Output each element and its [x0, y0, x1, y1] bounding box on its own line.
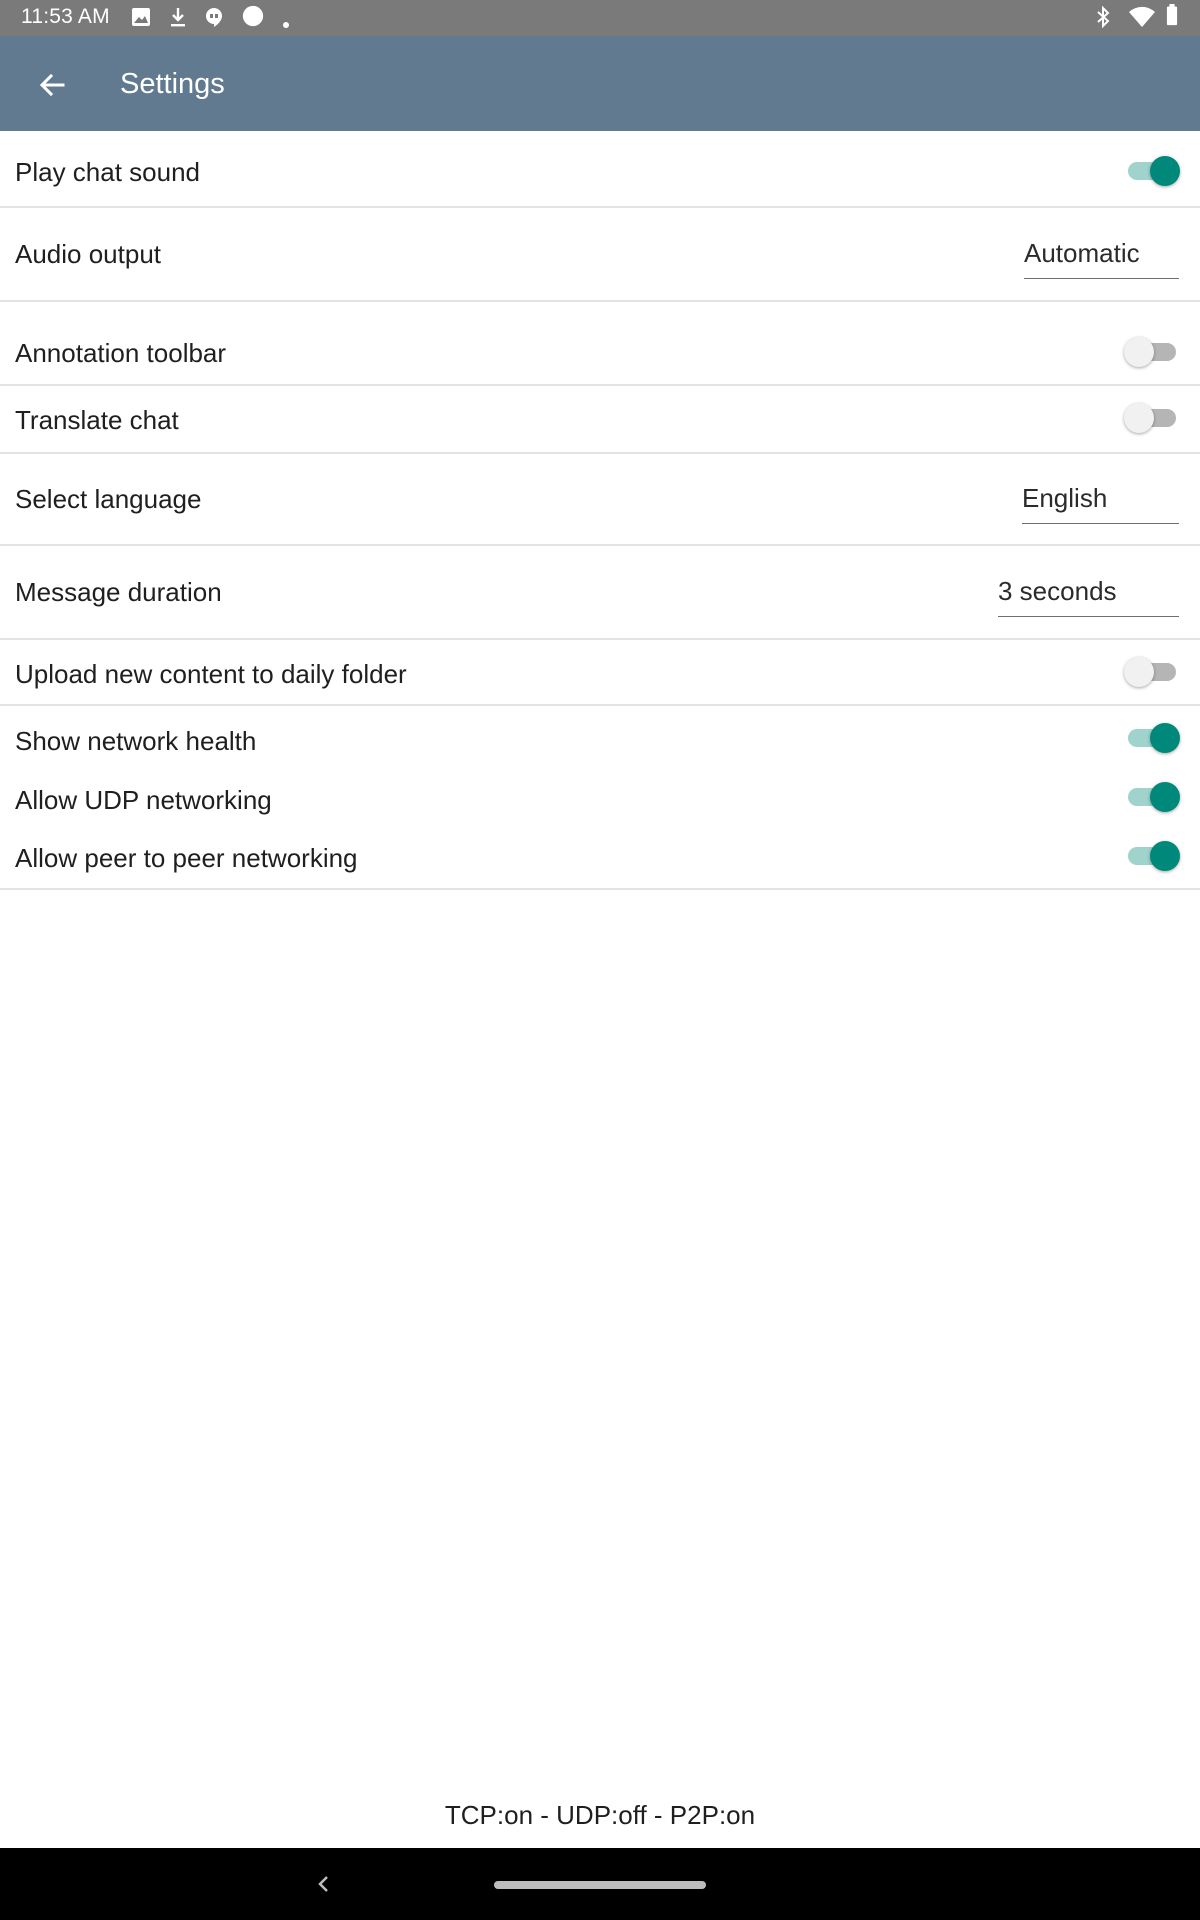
- setting-label: Allow peer to peer networking: [15, 843, 358, 873]
- setting-label: Audio output: [15, 239, 162, 269]
- circle-icon: [242, 5, 264, 27]
- switch-thumb: [1124, 403, 1154, 433]
- status-time: 11:53 AM: [21, 5, 110, 28]
- image-icon: [132, 8, 150, 26]
- setting-label: Message duration: [15, 577, 222, 607]
- play-chat-sound-switch[interactable]: [1124, 154, 1180, 188]
- switch-thumb: [1150, 156, 1180, 186]
- setting-row-annotation-toolbar[interactable]: Annotation toolbar: [0, 302, 1200, 384]
- setting-label: Annotation toolbar: [15, 338, 227, 368]
- hangouts-icon: [206, 8, 222, 27]
- nav-back-icon[interactable]: [310, 1870, 338, 1898]
- setting-row-show-network-health[interactable]: Show network health: [0, 706, 1200, 766]
- message-duration-select[interactable]: 3 seconds: [998, 576, 1179, 617]
- battery-icon: [1166, 4, 1178, 26]
- upload-daily-folder-switch[interactable]: [1124, 655, 1180, 689]
- setting-row-select-language: Select language English: [0, 454, 1200, 544]
- audio-output-select[interactable]: Automatic: [1024, 238, 1179, 279]
- navigation-bar: [0, 1848, 1200, 1920]
- download-icon: [171, 8, 185, 27]
- setting-label: Translate chat: [15, 405, 179, 435]
- allow-udp-switch[interactable]: [1124, 780, 1180, 814]
- setting-row-audio-output: Audio output Automatic: [0, 208, 1200, 300]
- home-pill[interactable]: [494, 1881, 706, 1889]
- back-button[interactable]: [30, 63, 74, 107]
- allow-p2p-switch[interactable]: [1124, 839, 1180, 873]
- setting-label: Show network health: [15, 726, 257, 756]
- translate-chat-switch[interactable]: [1124, 401, 1180, 435]
- page-title: Settings: [120, 68, 225, 100]
- setting-label: Allow UDP networking: [15, 785, 272, 815]
- setting-row-translate-chat[interactable]: Translate chat: [0, 386, 1200, 452]
- setting-row-allow-p2p[interactable]: Allow peer to peer networking: [0, 825, 1200, 888]
- switch-thumb: [1150, 841, 1180, 871]
- network-status-text: TCP:on - UDP:off - P2P:on: [444, 1800, 756, 1830]
- setting-row-play-chat-sound[interactable]: Play chat sound: [0, 131, 1200, 206]
- setting-label: Play chat sound: [15, 157, 201, 187]
- bluetooth-icon: [1097, 6, 1110, 28]
- switch-thumb: [1150, 723, 1180, 753]
- setting-label: Select language: [15, 484, 202, 514]
- setting-label: Upload new content to daily folder: [15, 659, 407, 689]
- app-bar: Settings: [0, 36, 1200, 131]
- setting-row-message-duration: Message duration 3 seconds: [0, 546, 1200, 638]
- annotation-toolbar-switch[interactable]: [1124, 335, 1180, 369]
- setting-row-upload-daily-folder[interactable]: Upload new content to daily folder: [0, 640, 1200, 704]
- switch-thumb: [1150, 782, 1180, 812]
- switch-thumb: [1124, 337, 1154, 367]
- wifi-icon: [1129, 6, 1155, 27]
- language-select[interactable]: English: [1022, 483, 1179, 524]
- switch-thumb: [1124, 657, 1154, 687]
- show-network-health-switch[interactable]: [1124, 721, 1180, 755]
- divider: [0, 888, 1200, 890]
- status-bar: 11:53 AM: [0, 0, 1200, 36]
- arrow-left-icon: [39, 73, 65, 97]
- dot-icon: [283, 22, 289, 28]
- setting-row-allow-udp[interactable]: Allow UDP networking: [0, 766, 1200, 825]
